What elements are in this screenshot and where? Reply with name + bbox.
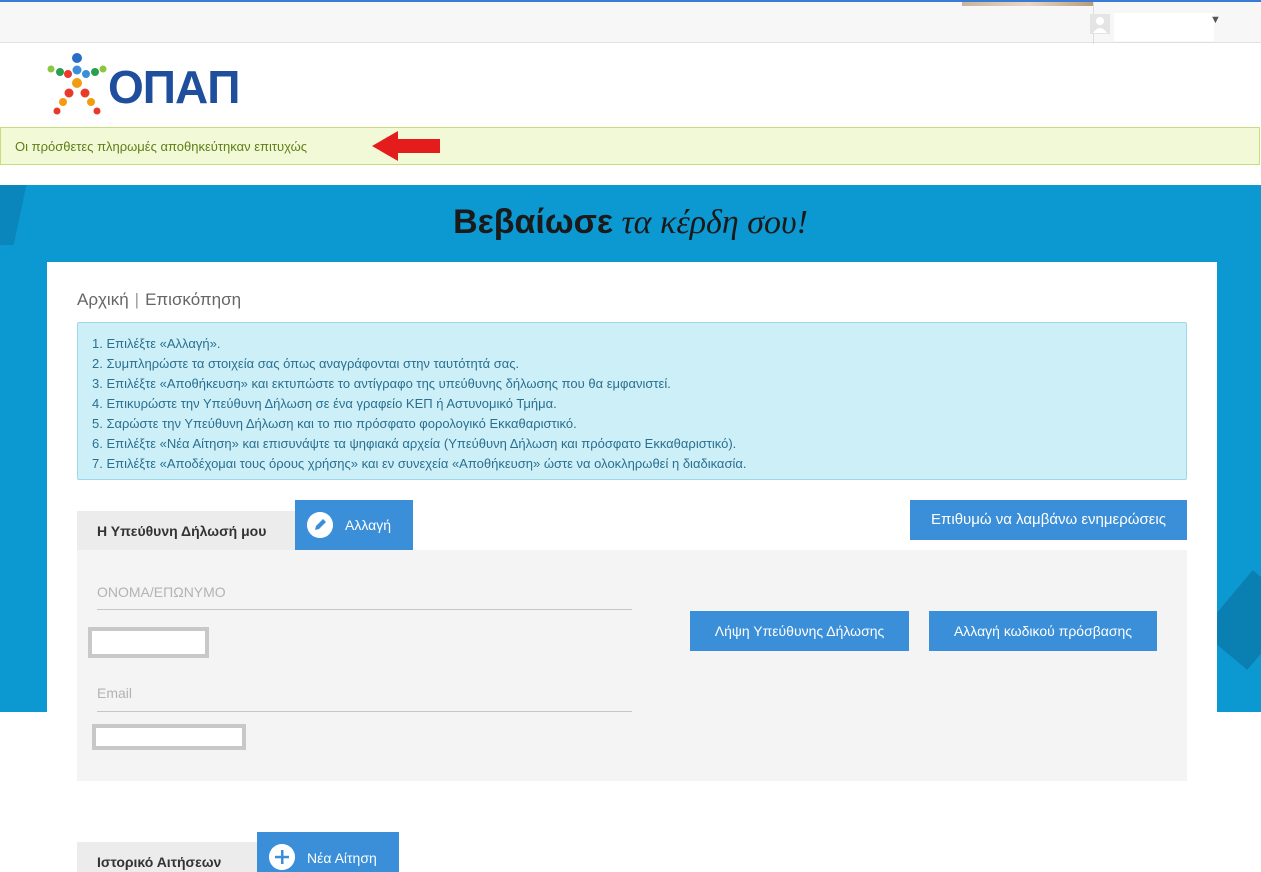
tab-application-history[interactable]: Ιστορικό Αιτήσεων [77,842,257,872]
new-application-button[interactable]: Νέα Αίτηση [257,832,399,872]
instruction-step: 4. Επικυρώστε την Υπεύθυνη Δήλωση σε ένα… [92,396,557,411]
subscribe-updates-button[interactable]: Επιθυμώ να λαμβάνω ενημερώσεις [910,500,1187,540]
change-button-label: Αλλαγή [345,517,392,533]
instruction-step: 2. Συμπληρώστε τα στοιχεία σας όπως αναγ… [92,356,520,371]
tab-application-history-label: Ιστορικό Αιτήσεων [97,854,222,870]
change-password-button[interactable]: Αλλαγή κωδικού πρόσβασης [929,611,1157,651]
success-alert: Οι πρόσθετες πληρωμές αποθηκεύτηκαν επιτ… [0,127,1260,165]
instruction-step: 5. Σαρώστε την Υπεύθυνη Δήλωση και το πι… [92,416,577,431]
opap-logo[interactable]: ΟΠΑΠ [46,52,240,118]
top-bar: ▼ [0,0,1261,44]
hero-title: Βεβαίωσε τα κέρδη σου! [0,203,1261,242]
email-value-redacted [92,724,246,750]
hero-title-bold: Βεβαίωσε [453,203,613,241]
instruction-step: 3. Επιλέξτε «Αποθήκευση» και εκτυπώστε τ… [92,376,671,391]
change-button[interactable]: Αλλαγή [295,500,413,550]
logo-figure-icon [47,53,107,115]
tab-my-declaration-label: Η Υπεύθυνη Δήλωσή μου [97,523,267,539]
declaration-panel: ΟΝΟΜΑ/ΕΠΩΝΥΜΟ Email Λήψη Υπεύθυνης Δήλωσ… [77,550,1187,781]
user-name-redacted [1114,13,1214,41]
new-application-button-label: Νέα Αίτηση [307,850,377,866]
plus-icon [269,844,295,870]
tab-my-declaration[interactable]: Η Υπεύθυνη Δήλωσή μου [77,511,295,550]
email-field-label: Email [97,685,133,701]
name-field-label: ΟΝΟΜΑ/ΕΠΩΝΥΜΟ [97,584,226,600]
instruction-step: 7. Επιλέξτε «Αποδέχομαι τους όρους χρήση… [92,456,747,471]
instructions-box: 1. Επιλέξτε «Αλλαγή». 2. Συμπληρώστε τα … [77,322,1187,480]
header-photo-strip [962,2,1094,6]
user-menu[interactable]: ▼ [1088,10,1228,41]
name-field-underline [97,609,632,610]
email-field-underline [97,711,632,712]
logo-wordmark: ΟΠΑΠ [108,61,240,113]
user-avatar-icon [1090,14,1110,34]
pencil-icon [307,512,333,538]
breadcrumb-current: Επισκόπηση [145,290,242,309]
arrow-left-icon [372,131,440,161]
main-card: Αρχική | Επισκόπηση 1. Επιλέξτε «Αλλαγή». … [47,262,1217,872]
instruction-step: 1. Επιλέξτε «Αλλαγή». [92,336,221,351]
download-declaration-button[interactable]: Λήψη Υπεύθυνης Δήλωσης [690,611,909,651]
breadcrumb-separator: | [134,290,140,309]
name-value-redacted [88,627,209,658]
alert-message: Οι πρόσθετες πληρωμές αποθηκεύτηκαν επιτ… [15,139,307,154]
hero-title-script: τα κέρδη σου! [612,204,808,241]
breadcrumb-home[interactable]: Αρχική [77,290,129,309]
caret-down-icon[interactable]: ▼ [1210,14,1221,26]
instruction-step: 6. Επιλέξτε «Νέα Αίτηση» και επισυνάψτε … [92,436,737,451]
breadcrumb: Αρχική | Επισκόπηση [77,290,241,310]
